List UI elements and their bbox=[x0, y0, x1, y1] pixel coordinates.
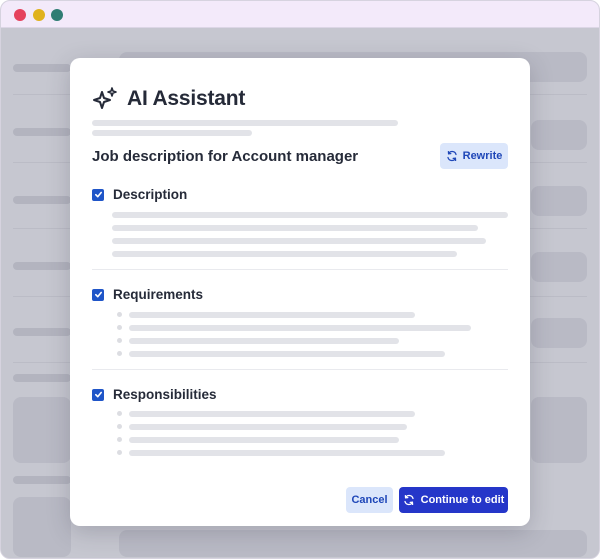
ai-assistant-dialog: AI Assistant Job description for Account… bbox=[70, 58, 530, 526]
placeholder-line bbox=[13, 374, 71, 382]
dialog-header: AI Assistant bbox=[92, 84, 245, 114]
skeleton-line bbox=[112, 225, 478, 231]
cancel-button[interactable]: Cancel bbox=[346, 487, 393, 513]
bullet bbox=[117, 325, 122, 330]
placeholder-block bbox=[531, 252, 587, 282]
section-requirements: Requirements bbox=[92, 287, 203, 302]
checkmark-icon bbox=[94, 391, 102, 398]
bullet bbox=[117, 424, 122, 429]
continue-button-label: Continue to edit bbox=[420, 494, 505, 506]
checkmark-icon bbox=[94, 291, 102, 298]
skeleton-line bbox=[129, 437, 399, 443]
placeholder-block bbox=[13, 497, 71, 557]
placeholder-line bbox=[13, 196, 71, 204]
placeholder-block bbox=[531, 186, 587, 216]
placeholder-block bbox=[13, 397, 71, 463]
bullet bbox=[117, 312, 122, 317]
refresh-icon bbox=[446, 150, 457, 162]
placeholder-block bbox=[531, 120, 587, 150]
placeholder-block bbox=[119, 530, 587, 557]
bullet bbox=[117, 338, 122, 343]
placeholder-line bbox=[13, 128, 71, 136]
dialog-subtitle: Job description for Account manager bbox=[92, 148, 359, 165]
skeleton-line bbox=[129, 338, 399, 344]
rewrite-button[interactable]: Rewrite bbox=[440, 143, 508, 169]
requirements-checkbox[interactable] bbox=[92, 288, 104, 301]
bullet bbox=[117, 351, 122, 356]
bullet bbox=[117, 450, 122, 455]
placeholder-block bbox=[531, 318, 587, 348]
placeholder-line bbox=[13, 262, 71, 270]
bullet bbox=[117, 411, 122, 416]
skeleton-line bbox=[129, 424, 407, 430]
close-window-button[interactable] bbox=[14, 9, 26, 21]
skeleton-line bbox=[92, 120, 398, 126]
section-description: Description bbox=[92, 187, 187, 202]
skeleton-line bbox=[129, 312, 415, 318]
dialog-title: AI Assistant bbox=[127, 87, 246, 110]
rewrite-button-label: Rewrite bbox=[462, 150, 503, 162]
skeleton-line bbox=[129, 351, 445, 357]
section-title: Requirements bbox=[113, 287, 204, 302]
bullet bbox=[117, 437, 122, 442]
placeholder-line bbox=[13, 328, 71, 336]
sparkle-icon bbox=[93, 87, 117, 109]
window-titlebar bbox=[1, 1, 599, 28]
skeleton-line bbox=[112, 251, 457, 257]
skeleton-line bbox=[129, 450, 445, 456]
responsibilities-checkbox[interactable] bbox=[92, 388, 104, 401]
skeleton-line bbox=[112, 238, 486, 244]
section-title: Responsibilities bbox=[113, 387, 217, 402]
continue-to-edit-button[interactable]: Continue to edit bbox=[399, 487, 508, 513]
checkmark-icon bbox=[94, 191, 102, 198]
section-divider bbox=[92, 269, 508, 270]
description-checkbox[interactable] bbox=[92, 188, 104, 201]
placeholder-line bbox=[13, 64, 71, 72]
skeleton-line bbox=[92, 130, 252, 136]
maximize-window-button[interactable] bbox=[51, 9, 63, 21]
placeholder-block bbox=[531, 397, 587, 463]
refresh-icon bbox=[403, 494, 414, 506]
section-responsibilities: Responsibilities bbox=[92, 387, 217, 402]
skeleton-line bbox=[129, 325, 471, 331]
placeholder-line bbox=[13, 476, 71, 484]
skeleton-line bbox=[112, 212, 508, 218]
minimize-window-button[interactable] bbox=[33, 9, 45, 21]
skeleton-line bbox=[129, 411, 415, 417]
section-divider bbox=[92, 369, 508, 370]
section-title: Description bbox=[113, 187, 188, 202]
